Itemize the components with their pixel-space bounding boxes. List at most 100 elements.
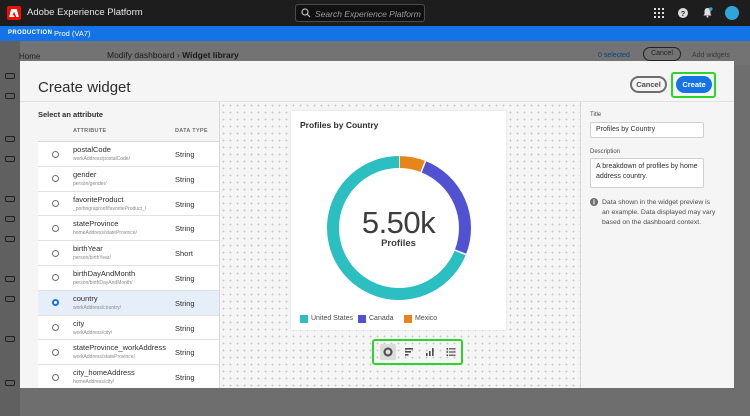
- donut-chart-icon: [383, 347, 393, 357]
- attribute-row-birthdayandmonth[interactable]: birthDayAndMonth person/birthDayAndMonth/…: [38, 265, 219, 291]
- viz-list-button[interactable]: [443, 344, 459, 360]
- total-value: 5.50k: [361, 205, 436, 240]
- attribute-radio[interactable]: [52, 299, 59, 307]
- nav-icon: [5, 73, 15, 79]
- viz-vertical-bar-button[interactable]: [422, 344, 438, 360]
- attribute-radio[interactable]: [52, 150, 59, 158]
- top-bar: Adobe Experience Platform Search Experie…: [0, 0, 750, 26]
- viz-donut-button[interactable]: [380, 344, 396, 360]
- nav-icon: [5, 336, 15, 342]
- chart-legend: United States Canada Mexico: [300, 314, 500, 324]
- nav-icon: [5, 296, 15, 302]
- attribute-data-type: String: [175, 150, 195, 159]
- widget-preview-card: Profiles by Country 5.50k Profiles Unite…: [291, 111, 506, 330]
- attribute-name: postalCode: [73, 145, 111, 154]
- attribute-row-birthyear[interactable]: birthYear person/birthYear/Short: [38, 241, 219, 266]
- app-title: Adobe Experience Platform: [27, 7, 143, 18]
- preview-info-text: Data shown in the widget preview is an e…: [602, 199, 716, 226]
- attribute-row-stateprovince[interactable]: stateProvince homeAddress/stateProvince/S…: [38, 216, 219, 242]
- attribute-path: _portingraproof/favoriteProduct_/: [73, 205, 147, 212]
- viz-horizontal-bar-button[interactable]: [401, 344, 417, 360]
- divider: [580, 101, 581, 388]
- apps-grid-icon[interactable]: [654, 8, 664, 18]
- global-search[interactable]: Search Experience Platform: [295, 4, 425, 22]
- nav-icon: [5, 216, 15, 222]
- legend-swatch: [404, 315, 412, 323]
- widget-preview-canvas: Profiles by Country 5.50k Profiles Unite…: [220, 102, 580, 388]
- attribute-path: workAddress/stateProvince/: [73, 354, 135, 361]
- attribute-row-city[interactable]: city workAddress/city/String: [38, 315, 219, 341]
- attribute-name: city: [73, 318, 85, 328]
- attribute-name: birthDayAndMonth: [73, 268, 136, 278]
- attribute-name: stateProvince: [73, 219, 119, 229]
- horizontal-bar-icon: [405, 348, 413, 356]
- nav-icon: [5, 380, 15, 386]
- attribute-data-type: String: [175, 224, 195, 234]
- bell-icon[interactable]: [702, 7, 713, 18]
- donut-slice-mexico[interactable]: [398, 156, 426, 173]
- column-header-attribute[interactable]: ATTRIBUTE: [73, 128, 106, 134]
- adobe-logo[interactable]: [7, 6, 21, 20]
- breadcrumb: Modify dashboard › Widget library: [107, 50, 239, 60]
- page-cancel-button[interactable]: Cancel: [643, 47, 681, 61]
- attribute-name: city_homeAddress: [73, 368, 135, 378]
- attribute-data-type: String: [175, 199, 195, 209]
- attribute-row-postalcode[interactable]: postalCode workAddress/postalCode/String: [38, 142, 219, 167]
- attribute-radio[interactable]: [52, 200, 59, 208]
- attribute-name: birthYear: [73, 244, 103, 254]
- attribute-path: person/birthYear/: [73, 255, 111, 262]
- breadcrumb-parent[interactable]: Modify dashboard: [107, 50, 175, 60]
- attribute-list[interactable]: postalCode workAddress/postalCode/String g…: [38, 141, 219, 388]
- widget-properties-panel: Title Profiles by Country Description A …: [590, 112, 725, 226]
- attribute-radio[interactable]: [52, 348, 59, 356]
- nav-home[interactable]: Home: [19, 52, 40, 61]
- attribute-row-city_homeaddress[interactable]: city_homeAddress homeAddress/city/String: [38, 365, 219, 388]
- cancel-button[interactable]: Cancel: [630, 76, 667, 93]
- attribute-row-country[interactable]: country workAddress/country/String: [38, 290, 219, 316]
- attribute-data-type: Short: [175, 249, 193, 259]
- attribute-radio[interactable]: [52, 224, 59, 232]
- selected-count: 0 selected: [598, 52, 630, 59]
- nav-icon: [5, 136, 15, 142]
- create-button[interactable]: Create: [676, 76, 712, 93]
- attribute-panel: Select an attribute ATTRIBUTE DATA TYPE …: [38, 110, 219, 388]
- attribute-data-type: String: [175, 323, 195, 333]
- search-placeholder: Search Experience Platform: [315, 8, 421, 19]
- attribute-radio[interactable]: [52, 373, 59, 381]
- nav-icon: [5, 276, 15, 282]
- legend-swatch: [358, 315, 366, 323]
- attribute-radio[interactable]: [52, 175, 59, 183]
- attribute-data-type: String: [175, 373, 195, 383]
- column-header-data-type[interactable]: DATA TYPE: [175, 128, 208, 134]
- list-icon: [446, 348, 456, 356]
- nav-icon: [5, 196, 15, 202]
- sandbox-switcher[interactable]: Prod (VA7): [54, 29, 91, 38]
- title-field-label: Title: [590, 112, 602, 118]
- total-label: Profiles: [381, 238, 416, 249]
- attribute-data-type: String: [175, 174, 195, 184]
- nav-icon: [5, 236, 15, 242]
- attribute-radio[interactable]: [52, 249, 59, 257]
- attribute-name: country: [73, 293, 98, 303]
- attribute-row-stateprovince_workaddress[interactable]: stateProvince_workAddress workAddress/sta…: [38, 340, 219, 366]
- attribute-name: favoriteProduct: [73, 194, 124, 204]
- help-icon[interactable]: ?: [678, 8, 688, 18]
- attribute-radio[interactable]: [52, 324, 59, 332]
- legend-label: Canada: [369, 314, 394, 322]
- attribute-row-gender[interactable]: gender person/gender/String: [38, 166, 219, 192]
- attribute-radio[interactable]: [52, 274, 59, 282]
- attribute-path: workAddress/country/: [73, 304, 122, 311]
- environment-bar: PRODUCTION Prod (VA7): [0, 26, 750, 41]
- add-widgets-button[interactable]: Add widgets: [692, 52, 730, 59]
- search-icon: [301, 8, 311, 18]
- widget-title: Profiles by Country: [300, 120, 379, 130]
- title-input[interactable]: Profiles by Country: [590, 122, 704, 138]
- description-textarea[interactable]: A breakdown of profiles by home address …: [590, 158, 704, 188]
- legend-label: Mexico: [415, 314, 438, 322]
- avatar[interactable]: [725, 6, 739, 20]
- attribute-table-header: ATTRIBUTE DATA TYPE: [38, 128, 219, 140]
- description-field-label: Description: [590, 149, 621, 155]
- legend-swatch: [300, 315, 308, 323]
- attribute-path: person/birthDayAndMonth/: [73, 279, 133, 286]
- attribute-row-favoriteproduct[interactable]: favoriteProduct _portingraproof/favoriteP…: [38, 191, 219, 217]
